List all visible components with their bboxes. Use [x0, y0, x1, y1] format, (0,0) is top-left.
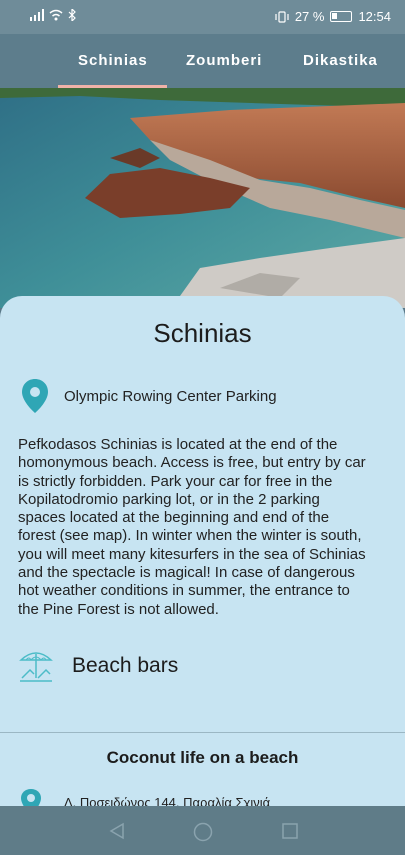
- battery-percent: 27 %: [294, 9, 325, 24]
- wifi-icon: [49, 9, 63, 21]
- clock: 12:54: [358, 9, 391, 24]
- system-nav-bar: [0, 806, 405, 855]
- place-title: Schinias: [153, 318, 252, 348]
- hero-image: [0, 88, 405, 308]
- beach-bar-name[interactable]: Coconut life on a beach: [0, 748, 405, 768]
- home-icon[interactable]: [193, 822, 213, 842]
- tab-schinias[interactable]: Schinias: [78, 52, 148, 69]
- place-description: Pefkodasos Schinias is located at the en…: [18, 436, 366, 618]
- status-icons-right: 27 % 12:54: [275, 9, 391, 24]
- tab-dikastika[interactable]: Dikastika: [303, 52, 378, 69]
- recents-icon[interactable]: [281, 822, 299, 840]
- location-row[interactable]: Olympic Rowing Center Parking: [20, 378, 277, 414]
- location-label: Olympic Rowing Center Parking: [64, 387, 277, 405]
- tab-bar: Schinias Zoumberi Dikastika: [0, 34, 405, 88]
- signal-icon: [30, 9, 44, 21]
- divider: [0, 732, 405, 733]
- vibrate-icon: [275, 10, 289, 23]
- tab-zoumberi[interactable]: Zoumberi: [186, 52, 262, 69]
- battery-icon: [330, 11, 353, 22]
- back-icon[interactable]: [108, 822, 126, 840]
- beach-umbrella-icon: [19, 652, 53, 682]
- status-bar: 27 % 12:54: [0, 0, 405, 34]
- map-pin-icon: [22, 379, 48, 413]
- status-icons-left: [30, 9, 76, 21]
- beach-bars-title: Beach bars: [72, 654, 179, 677]
- detail-card: Schinias Olympic Rowing Center Parking P…: [0, 296, 405, 815]
- bluetooth-icon: [68, 9, 76, 21]
- beach-bars-header: Beach bars: [18, 648, 178, 684]
